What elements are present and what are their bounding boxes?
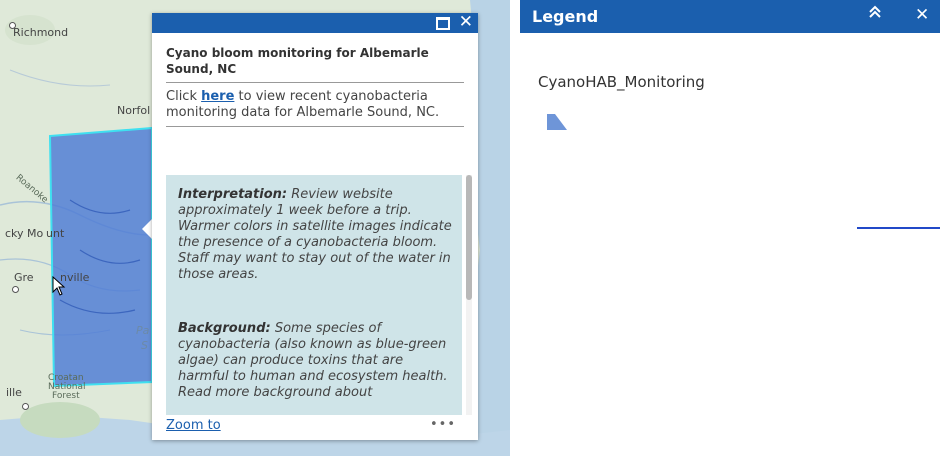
popup-footer: Zoom to ••• — [166, 417, 466, 437]
polygon-swatch-icon — [547, 114, 567, 130]
monitoring-area-polygon — [48, 126, 153, 388]
popup-content: Cyano bloom monitoring for Albemarle Sou… — [166, 45, 466, 127]
legend-layer-name: CyanoHAB_Monitoring — [538, 73, 705, 91]
interpretation-paragraph: Interpretation: Review website approxima… — [178, 187, 453, 283]
info-box: Interpretation: Review website approxima… — [166, 175, 462, 415]
popup-title: Cyano bloom monitoring for Albemarle Sou… — [166, 45, 464, 83]
map-label: cky Mo — [5, 227, 44, 240]
map-label: S — [141, 339, 148, 352]
feature-popup: ✕ Cyano bloom monitoring for Albemarle S… — [152, 12, 478, 440]
legend-title: Legend — [532, 7, 599, 26]
scroll-thumb[interactable] — [466, 175, 472, 300]
collapse-icon[interactable] — [868, 5, 882, 23]
close-icon[interactable]: ✕ — [459, 12, 473, 32]
background-paragraph: Background: Some species of cyanobacteri… — [178, 321, 453, 401]
more-actions-icon[interactable]: ••• — [430, 417, 456, 432]
map-label: Forest — [52, 391, 80, 401]
scrollbar[interactable] — [466, 175, 472, 415]
map-label: Pa — [136, 324, 150, 337]
mouse-pointer-icon — [52, 276, 66, 296]
map-label: Gre — [14, 271, 34, 284]
popup-header: ✕ — [152, 12, 478, 33]
background-label: Background: — [178, 321, 271, 336]
map-label: ille — [6, 386, 22, 399]
zoom-to-link[interactable]: Zoom to — [166, 418, 221, 433]
interpretation-label: Interpretation: — [178, 187, 288, 202]
map-label: Norfol — [117, 104, 151, 117]
line-segment — [857, 227, 940, 229]
popup-description: Click here to view recent cyanobacteria … — [166, 83, 464, 127]
city-marker — [9, 22, 16, 29]
popup-text-prefix: Click — [166, 89, 202, 104]
popup-scroll-area[interactable]: Interpretation: Review website approxima… — [166, 175, 472, 415]
map-label: Richmond — [13, 26, 69, 39]
city-marker — [22, 403, 29, 410]
city-marker — [12, 286, 19, 293]
map-label: unt — [46, 227, 65, 240]
here-link[interactable]: here — [201, 89, 234, 104]
legend-header: Legend ✕ — [520, 0, 940, 33]
close-icon[interactable]: ✕ — [915, 5, 929, 25]
maximize-icon[interactable] — [436, 17, 450, 30]
legend-panel: Legend ✕ CyanoHAB_Monitoring — [520, 0, 940, 456]
